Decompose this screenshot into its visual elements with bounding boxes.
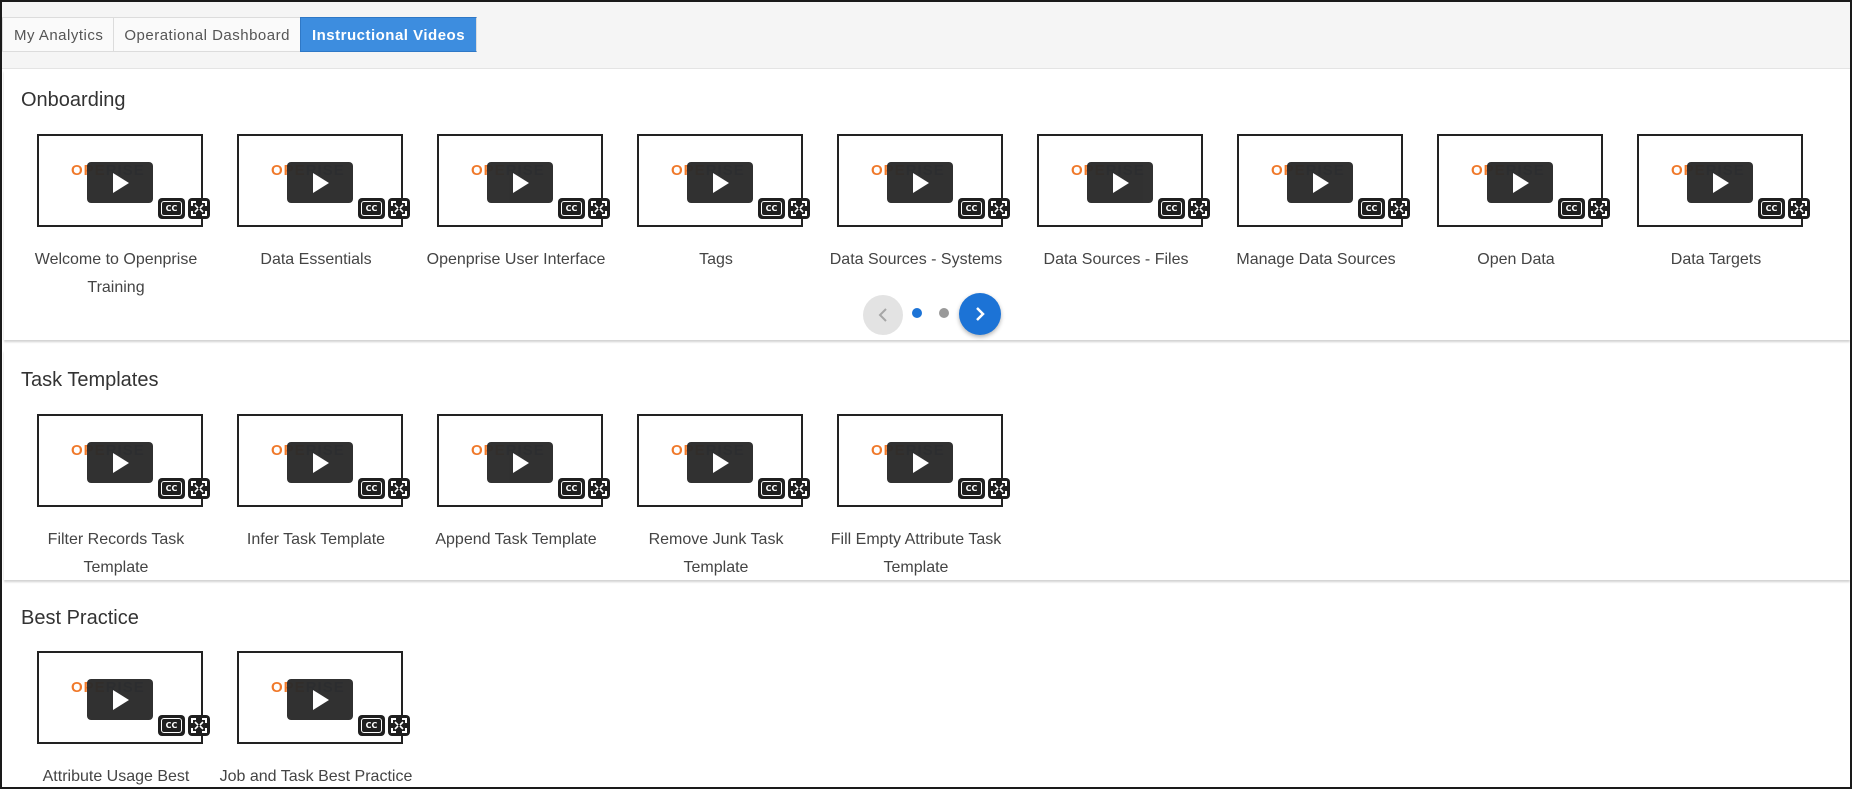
play-icon[interactable] [1687, 162, 1753, 203]
fullscreen-icon[interactable] [988, 478, 1010, 499]
play-icon[interactable] [687, 442, 753, 483]
closed-captions-icon[interactable]: CC [558, 478, 585, 499]
video-thumbnail[interactable]: OPERISECC [1037, 134, 1210, 227]
video-title[interactable]: Append Task Template [416, 526, 616, 554]
closed-captions-icon[interactable]: CC [158, 198, 185, 219]
closed-captions-icon[interactable]: CC [958, 198, 985, 219]
chevron-right-icon [976, 307, 985, 321]
video-title[interactable]: Data Sources - Systems [816, 246, 1016, 274]
app-frame: My Analytics Operational Dashboard Instr… [0, 0, 1852, 789]
fullscreen-icon[interactable] [388, 478, 410, 499]
video-thumbnail[interactable]: OPERISECC [37, 651, 210, 744]
video-thumbnail[interactable]: OPERISECC [437, 134, 610, 227]
tab-my-analytics[interactable]: My Analytics [2, 17, 114, 52]
fullscreen-icon[interactable] [1788, 198, 1810, 219]
fullscreen-icon[interactable] [988, 198, 1010, 219]
closed-captions-icon[interactable]: CC [158, 478, 185, 499]
closed-captions-icon[interactable]: CC [758, 198, 785, 219]
play-icon[interactable] [487, 162, 553, 203]
video-thumbnail[interactable]: OPERISECC [837, 414, 1010, 507]
tab-list: My Analytics Operational Dashboard Instr… [2, 17, 478, 52]
play-icon[interactable] [87, 442, 153, 483]
fullscreen-icon[interactable] [1388, 198, 1410, 219]
fullscreen-icon[interactable] [388, 715, 410, 736]
closed-captions-icon[interactable]: CC [158, 715, 185, 736]
closed-captions-icon[interactable]: CC [358, 198, 385, 219]
section-task-templates: Task Templates OPERISECC Filter Records T… [4, 350, 1850, 580]
closed-captions-icon[interactable]: CC [958, 478, 985, 499]
video-title[interactable]: Data Sources - Files [1016, 246, 1216, 274]
section-best-practice: Best Practice OPERISECC Attribute Usage B… [4, 589, 1850, 787]
play-icon[interactable] [887, 162, 953, 203]
fullscreen-icon[interactable] [788, 198, 810, 219]
carousel-next-button[interactable] [959, 293, 1001, 335]
play-icon[interactable] [1087, 162, 1153, 203]
video-thumbnail[interactable]: OPERISECC [37, 414, 210, 507]
video-title[interactable]: Open Data [1416, 246, 1616, 274]
play-icon[interactable] [287, 162, 353, 203]
video-title[interactable]: Openprise User Interface [416, 246, 616, 274]
section-title: Task Templates [21, 369, 159, 391]
video-thumbnail[interactable]: OPERISECC [237, 134, 410, 227]
chevron-left-icon [878, 308, 887, 322]
tab-bar: My Analytics Operational Dashboard Instr… [2, 2, 1850, 69]
closed-captions-icon[interactable]: CC [358, 478, 385, 499]
video-thumbnail[interactable]: OPERISECC [237, 651, 410, 744]
play-icon[interactable] [287, 442, 353, 483]
video-thumbnail[interactable]: OPERISECC [237, 414, 410, 507]
play-icon[interactable] [1487, 162, 1553, 203]
play-icon[interactable] [87, 679, 153, 720]
closed-captions-icon[interactable]: CC [758, 478, 785, 499]
fullscreen-icon[interactable] [1588, 198, 1610, 219]
closed-captions-icon[interactable]: CC [358, 715, 385, 736]
video-title[interactable]: Filter Records Task Template [16, 526, 216, 582]
play-icon[interactable] [487, 442, 553, 483]
video-title[interactable]: Job and Task Best Practice [216, 763, 416, 787]
video-thumbnail[interactable]: OPERISECC [37, 134, 210, 227]
closed-captions-icon[interactable]: CC [1158, 198, 1185, 219]
video-thumbnail[interactable]: OPERISECC [1637, 134, 1810, 227]
play-icon[interactable] [87, 162, 153, 203]
fullscreen-icon[interactable] [588, 478, 610, 499]
closed-captions-icon[interactable]: CC [1758, 198, 1785, 219]
fullscreen-icon[interactable] [788, 478, 810, 499]
play-icon[interactable] [887, 442, 953, 483]
fullscreen-icon[interactable] [188, 198, 210, 219]
play-icon[interactable] [287, 679, 353, 720]
fullscreen-icon[interactable] [1188, 198, 1210, 219]
video-title[interactable]: Tags [616, 246, 816, 274]
video-title[interactable]: Data Essentials [216, 246, 416, 274]
video-title[interactable]: Welcome to Openprise Training [16, 246, 216, 302]
video-thumbnail[interactable]: OPERISECC [637, 134, 810, 227]
closed-captions-icon[interactable]: CC [1358, 198, 1385, 219]
section-title: Onboarding [21, 89, 126, 111]
video-title[interactable]: Data Targets [1616, 246, 1816, 274]
play-icon[interactable] [687, 162, 753, 203]
section-onboarding: Onboarding OPERISECC Welcome to Openprise… [4, 70, 1850, 340]
fullscreen-icon[interactable] [188, 478, 210, 499]
closed-captions-icon[interactable]: CC [1558, 198, 1585, 219]
video-title[interactable]: Attribute Usage Best Practice [16, 763, 216, 787]
video-title[interactable]: Manage Data Sources [1216, 246, 1416, 274]
carousel-page-dot-2[interactable] [939, 308, 949, 318]
video-title[interactable]: Remove Junk Task Template [616, 526, 816, 582]
carousel-prev-button[interactable] [863, 295, 903, 335]
video-thumbnail[interactable]: OPERISECC [837, 134, 1010, 227]
video-thumbnail[interactable]: OPERISECC [1437, 134, 1610, 227]
play-icon[interactable] [1287, 162, 1353, 203]
video-thumbnail[interactable]: OPERISECC [1237, 134, 1410, 227]
video-title[interactable]: Fill Empty Attribute Task Template [816, 526, 1016, 582]
video-thumbnail[interactable]: OPERISECC [637, 414, 810, 507]
video-thumbnail[interactable]: OPERISECC [437, 414, 610, 507]
video-title[interactable]: Infer Task Template [216, 526, 416, 554]
fullscreen-icon[interactable] [588, 198, 610, 219]
fullscreen-icon[interactable] [188, 715, 210, 736]
section-title: Best Practice [21, 607, 139, 629]
tab-operational-dashboard[interactable]: Operational Dashboard [113, 17, 300, 52]
carousel-page-dot-1[interactable] [912, 308, 922, 318]
fullscreen-icon[interactable] [388, 198, 410, 219]
tab-instructional-videos[interactable]: Instructional Videos [299, 17, 478, 52]
closed-captions-icon[interactable]: CC [558, 198, 585, 219]
